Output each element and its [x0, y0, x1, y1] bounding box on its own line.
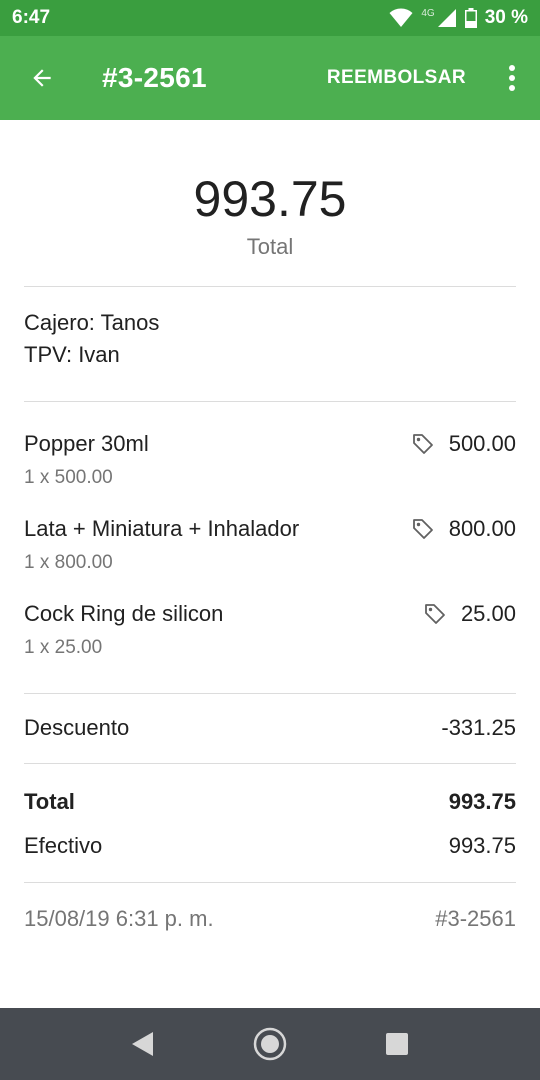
nav-back-icon [132, 1032, 154, 1056]
divider [24, 286, 516, 287]
receipt-footer: 15/08/19 6:31 p. m. #3-2561 [24, 906, 516, 932]
item-name: Cock Ring de silicon [24, 601, 224, 626]
total-value: 993.75 [448, 789, 516, 814]
nav-recents-button[interactable] [367, 1014, 427, 1074]
refund-button[interactable]: REEMBOLSAR [309, 36, 484, 120]
back-arrow-icon [33, 69, 51, 87]
tag-icon [412, 519, 433, 539]
divider [24, 763, 516, 764]
total-label: Total [24, 789, 75, 814]
item-price: 800.00 [448, 516, 516, 541]
discount-row: Descuento -331.25 [24, 715, 516, 741]
item-price-group: 500.00 [411, 431, 516, 457]
nav-home-button[interactable] [240, 1014, 300, 1074]
tag-icon [412, 434, 433, 454]
item-qty: 1 x 25.00 [24, 637, 103, 658]
battery-level: 30 % [484, 7, 528, 28]
payment-value: 993.75 [448, 833, 516, 858]
item-qty: 1 x 800.00 [24, 552, 113, 573]
tag-icon [425, 604, 445, 624]
cashier-line: Cajero: Tanos [24, 310, 160, 335]
back-button[interactable] [0, 36, 84, 120]
nav-home-icon [253, 1027, 287, 1061]
more-vert-icon [509, 65, 515, 91]
app-bar: #3-2561 REEMBOLSAR [0, 36, 540, 120]
receipt-datetime: 15/08/19 6:31 p. m. [24, 906, 214, 931]
nav-back-button[interactable] [113, 1014, 173, 1074]
pos-line: TPV: Ivan [24, 342, 120, 367]
system-nav-bar [0, 1008, 540, 1080]
total-amount: 993.75 [193, 171, 347, 227]
divider [24, 882, 516, 883]
divider [24, 401, 516, 402]
receipt-number: #3-2561 [435, 906, 516, 931]
discount-label: Descuento [24, 715, 130, 740]
total-row: Total 993.75 [24, 789, 516, 815]
total-caption: Total [246, 234, 294, 259]
item-price-group: 800.00 [411, 516, 516, 542]
item-name: Lata + Miniatura + Inhalador [24, 516, 300, 541]
status-icons: 4G 30 % [389, 7, 528, 29]
battery-icon [464, 8, 477, 28]
item-price: 500.00 [448, 431, 516, 456]
status-bar: 6:47 4G 30 % [0, 0, 540, 36]
nav-recents-icon [385, 1033, 408, 1055]
divider [24, 693, 516, 694]
payment-row: Efectivo 993.75 [24, 833, 516, 859]
payment-label: Efectivo [24, 833, 103, 858]
discount-value: -331.25 [441, 715, 516, 740]
item-name: Popper 30ml [24, 431, 149, 456]
cell-signal-icon [437, 9, 456, 27]
receipt-title: #3-2561 [102, 62, 207, 93]
item-qty: 1 x 500.00 [24, 467, 113, 488]
wifi-icon [389, 8, 413, 27]
item-price: 25.00 [460, 601, 516, 626]
status-time: 6:47 [12, 7, 51, 28]
item-price-group: 25.00 [423, 601, 516, 627]
receipt-content: 993.75 Total Cajero: Tanos TPV: Ivan Pop… [0, 120, 540, 1008]
network-label: 4G [421, 7, 435, 19]
overflow-menu-button[interactable] [484, 36, 540, 120]
